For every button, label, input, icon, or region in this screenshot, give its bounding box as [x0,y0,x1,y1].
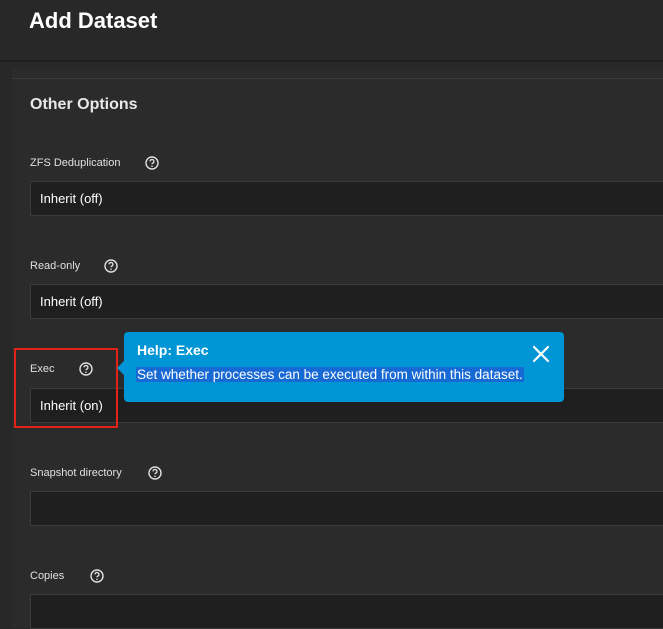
help-icon[interactable] [145,156,159,170]
help-icon[interactable] [148,466,162,480]
snapdir-select[interactable] [30,491,663,526]
snapdir-label: Snapshot directory [30,467,122,479]
section-title: Other Options [30,96,138,113]
tooltip-text: Set whether processes can be executed fr… [136,367,524,382]
readonly-value: Inherit (off) [40,294,103,309]
readonly-select[interactable]: Inherit (off) [30,284,663,319]
divider [12,78,663,79]
page-title: Add Dataset [29,8,158,33]
dedup-select[interactable]: Inherit (off) [30,181,663,216]
dedup-label: ZFS Deduplication [30,157,121,169]
help-icon[interactable] [90,569,104,583]
highlight-box [14,348,118,428]
tooltip-title: Help: Exec [137,342,209,358]
help-tooltip: Help: Exec Set whether processes can be … [117,332,564,402]
copies-select[interactable] [30,594,663,629]
copies-label: Copies [30,570,65,582]
close-icon[interactable] [531,344,551,364]
readonly-label: Read-only [30,260,81,272]
page-header: Add Dataset [0,0,663,62]
help-icon[interactable] [104,259,118,273]
dedup-value: Inherit (off) [40,191,103,206]
tooltip-arrow [117,361,124,375]
